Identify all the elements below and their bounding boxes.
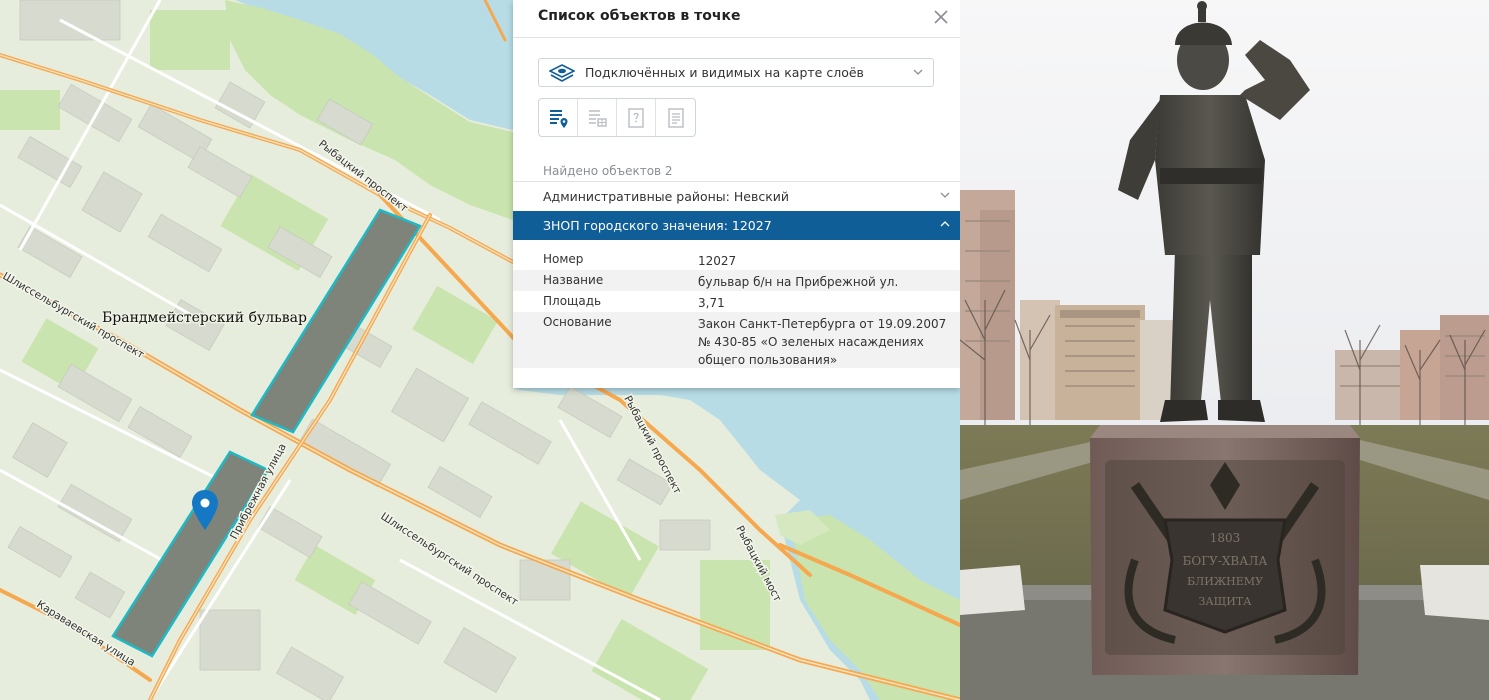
layer-select-value: Подключённых и видимых на карте слоёв xyxy=(585,65,864,80)
monument-photo: 1803 БОГУ-ХВАЛА БЛИЖНЕМУ ЗАЩИТА xyxy=(960,0,1489,700)
accordion-item-znop[interactable]: ЗНОП городского значения: 12027 xyxy=(513,211,960,240)
accordion-item-admin-districts[interactable]: Административные районы: Невский xyxy=(513,181,960,210)
detail-row-basis: Основание Закон Санкт-Петербурга от 19.0… xyxy=(513,312,960,368)
document-button[interactable] xyxy=(656,99,695,136)
chevron-down-icon xyxy=(913,69,923,75)
close-icon[interactable] xyxy=(932,8,950,26)
accordion-item-label: Административные районы: Невский xyxy=(543,189,789,204)
layers-icon xyxy=(549,64,575,82)
found-count: Найдено объектов 2 xyxy=(543,164,673,178)
detail-row-area: Площадь 3,71 xyxy=(513,291,960,312)
detail-key: Номер xyxy=(543,252,584,266)
list-location-button[interactable] xyxy=(539,99,578,136)
chevron-down-icon xyxy=(940,192,950,198)
monument-photo-illustration: 1803 БОГУ-ХВАЛА БЛИЖНЕМУ ЗАЩИТА xyxy=(960,0,1489,700)
view-toolbar xyxy=(538,98,696,137)
list-table-button[interactable] xyxy=(578,99,617,136)
label-bulvar: Брандмейстерский бульвар xyxy=(102,310,307,326)
question-document-icon xyxy=(628,107,644,128)
detail-key: Основание xyxy=(543,315,612,329)
detail-row-number: Номер 12027 xyxy=(513,249,960,270)
chevron-up-icon xyxy=(940,221,950,227)
plaque-line1: БОГУ-ХВАЛА xyxy=(1183,554,1268,568)
detail-key: Название xyxy=(543,273,604,287)
panel-header: Список объектов в точке xyxy=(513,0,960,38)
detail-value: 3,71 xyxy=(698,296,725,310)
detail-value: 12027 xyxy=(698,254,737,268)
detail-row-name: Название бульвар б/н на Прибрежной ул. xyxy=(513,270,960,291)
question-document-button[interactable] xyxy=(617,99,656,136)
objects-panel: Список объектов в точке Подключённых и в… xyxy=(513,0,960,388)
detail-key: Площадь xyxy=(543,294,602,308)
detail-value: Закон Санкт-Петербурга от 19.09.2007 № 4… xyxy=(698,317,947,367)
list-table-icon xyxy=(589,109,607,127)
layer-select[interactable]: Подключённых и видимых на карте слоёв xyxy=(538,58,934,87)
detail-value: бульвар б/н на Прибрежной ул. xyxy=(698,275,899,289)
list-location-icon xyxy=(550,109,568,128)
object-details: Номер 12027 Название бульвар б/н на Приб… xyxy=(513,249,960,368)
plaque-line3: ЗАЩИТА xyxy=(1199,595,1253,608)
plaque-year: 1803 xyxy=(1210,531,1241,545)
accordion-item-label: ЗНОП городского значения: 12027 xyxy=(543,218,772,233)
document-icon xyxy=(667,107,684,128)
plaque-line2: БЛИЖНЕМУ xyxy=(1187,575,1263,588)
panel-title: Список объектов в точке xyxy=(538,8,741,24)
